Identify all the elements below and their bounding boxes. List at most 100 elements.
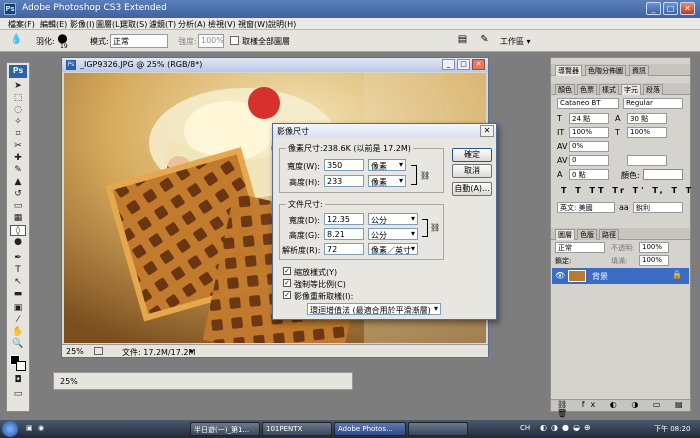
quick-mask-icon[interactable]: ◘ [10,375,26,386]
cancel-button[interactable]: 取消 [452,164,492,178]
notes-tool-icon[interactable]: ▣ [10,303,26,314]
tab-swatches[interactable]: 色票 [577,84,597,95]
layer-row-background[interactable]: 👁 背景 🔒 [552,268,689,284]
start-button[interactable] [2,421,18,437]
doc-height-input[interactable]: 8.21 [324,228,364,240]
dialog-title-bar[interactable]: 影像尺寸 ✕ [273,124,496,138]
history-brush-icon[interactable]: ↺ [10,189,26,200]
height-unit-select[interactable]: 像素 [368,175,406,187]
tracking-input[interactable]: 0 [569,155,609,166]
tab-color[interactable]: 顏色 [555,84,575,95]
lasso-tool-icon[interactable]: ◌ [10,105,26,116]
smudge-tool-icon[interactable]: ◊ [10,225,26,236]
maximize-button[interactable]: □ [663,2,678,15]
tab-channels[interactable]: 色版 [577,229,597,240]
mode-select[interactable]: 正常 [110,34,168,48]
slice-tool-icon[interactable]: ✂ [10,141,26,152]
tab-navigator[interactable]: 導覽器 [555,65,582,76]
hand-tool-icon[interactable]: ✋ [10,327,26,338]
screen-mode-icon[interactable]: ▭ [10,389,26,400]
menu-view[interactable]: 檢視(V) [208,19,236,30]
smudge-tool-icon[interactable]: 💧 [10,34,23,47]
gradient-tool-icon[interactable]: ▦ [10,213,26,224]
workspace-menu[interactable]: 工作區 ▾ [500,36,531,47]
visibility-eye-icon[interactable]: 👁 [555,271,565,280]
dialog-close-button[interactable]: ✕ [480,125,494,137]
opacity-input[interactable]: 100% [639,242,669,253]
clone-stamp-icon[interactable]: ▲ [10,177,26,188]
menu-layer[interactable]: 圖層(L) [96,19,123,30]
tab-paths[interactable]: 路徑 [599,229,619,240]
second-document-window[interactable]: 25% [53,372,353,390]
menu-edit[interactable]: 編輯(E) [40,19,67,30]
brush-icon[interactable]: ✎ [478,34,491,47]
kerning-input[interactable]: 0% [569,141,609,152]
marquee-tool-icon[interactable]: ⬚ [10,93,26,104]
menu-window[interactable]: 視窗(W) [238,19,268,30]
taskbar-item-photoshop[interactable]: Adobe Photos... [334,422,406,436]
language-select[interactable]: 英文: 美國 [557,202,615,213]
zoom-readout[interactable]: 25% [66,347,84,356]
status-menu-arrow-icon[interactable]: ▸ [190,346,194,355]
tab-histogram[interactable]: 色階分佈圖 [585,65,626,76]
layers-footer-buttons[interactable]: ⛓ fx ◐ ◑ ▭ ▤ 🗑 [551,399,690,418]
palette-well-icon[interactable]: ▤ [456,34,469,47]
fill-input[interactable]: 100% [639,255,669,266]
menu-image[interactable]: 影像(I) [70,19,95,30]
blend-mode-select[interactable]: 正常 [555,242,605,253]
language-indicator[interactable]: CH [520,424,530,432]
strength-input[interactable]: 100% [198,34,224,48]
text-color-swatch[interactable] [643,169,683,180]
horizontal-scale-input[interactable]: 100% [627,127,667,138]
eyedropper-tool-icon[interactable]: ⁄ [10,315,26,326]
doc-maximize-button[interactable]: □ [457,59,470,70]
brush-tool-icon[interactable]: ✎ [10,165,26,176]
sample-all-checkbox[interactable] [230,36,239,45]
menu-help[interactable]: 說明(H) [268,19,296,30]
vertical-scale-input[interactable]: 100% [569,127,609,138]
width-unit-select[interactable]: 像素 [368,159,406,171]
tracking-select[interactable] [627,155,667,166]
ok-button[interactable]: 確定 [452,148,492,162]
magic-wand-tool-icon[interactable]: ✧ [10,117,26,128]
height-input[interactable]: 233 [324,175,364,187]
tab-styles[interactable]: 樣式 [599,84,619,95]
shape-tool-icon[interactable]: ▬ [10,289,26,300]
tab-info[interactable]: 資訊 [629,65,649,76]
crop-tool-icon[interactable]: ⌗ [10,129,26,140]
antialias-select[interactable]: 銳利 [633,202,683,213]
path-selection-icon[interactable]: ↖ [10,277,26,288]
tab-character[interactable]: 字元 [621,84,641,95]
tray-icons[interactable]: ◐◑●◒⊕ [540,423,595,432]
taskbar-item-1[interactable]: 半日遊(一)_第1... [190,422,260,436]
menu-file[interactable]: 檔案(F) [8,19,35,30]
eraser-tool-icon[interactable]: ▭ [10,201,26,212]
constrain-proportions-checkbox[interactable]: ✓ [283,279,291,287]
font-family-select[interactable]: Cataneo BT [557,98,619,109]
move-tool-icon[interactable]: ➤ [10,81,26,92]
pen-tool-icon[interactable]: ✒ [10,253,26,264]
quick-launch-icon[interactable]: ◉ [38,424,44,432]
scale-styles-checkbox[interactable]: ✓ [283,267,291,275]
dodge-tool-icon[interactable]: ● [10,237,26,248]
auto-button[interactable]: 自動(A)... [452,182,492,196]
resolution-input[interactable]: 72 [324,243,364,255]
background-color-swatch[interactable] [16,361,26,371]
tab-layers[interactable]: 圖層 [555,229,575,240]
taskbar-item-4[interactable] [408,422,468,436]
minimize-button[interactable]: _ [646,2,661,15]
doc-width-input[interactable]: 12.35 [324,213,364,225]
resample-checkbox[interactable]: ✓ [283,291,291,299]
tab-paragraph[interactable]: 段落 [643,84,663,95]
document-title-bar[interactable]: _IGP9326.JPG @ 25% (RGB/8*) Ps _ □ ✕ [62,58,488,72]
doc-minimize-button[interactable]: _ [442,59,455,70]
menu-select[interactable]: 選取(S) [120,19,147,30]
leading-input[interactable]: 30 點 [627,113,667,124]
baseline-shift-input[interactable]: 0 點 [569,169,609,180]
taskbar-item-2[interactable]: 101PENTX [262,422,332,436]
resolution-unit-select[interactable]: 像素／英寸 [368,243,418,255]
menu-filter[interactable]: 濾鏡(T) [149,19,176,30]
text-style-buttons[interactable]: T T TT Tr T' T, T T [561,186,694,195]
quick-launch-icon[interactable]: ▣ [26,424,33,432]
resample-method-select[interactable]: 環迴增值法 (最適合用於平滑漸層) [307,303,441,315]
